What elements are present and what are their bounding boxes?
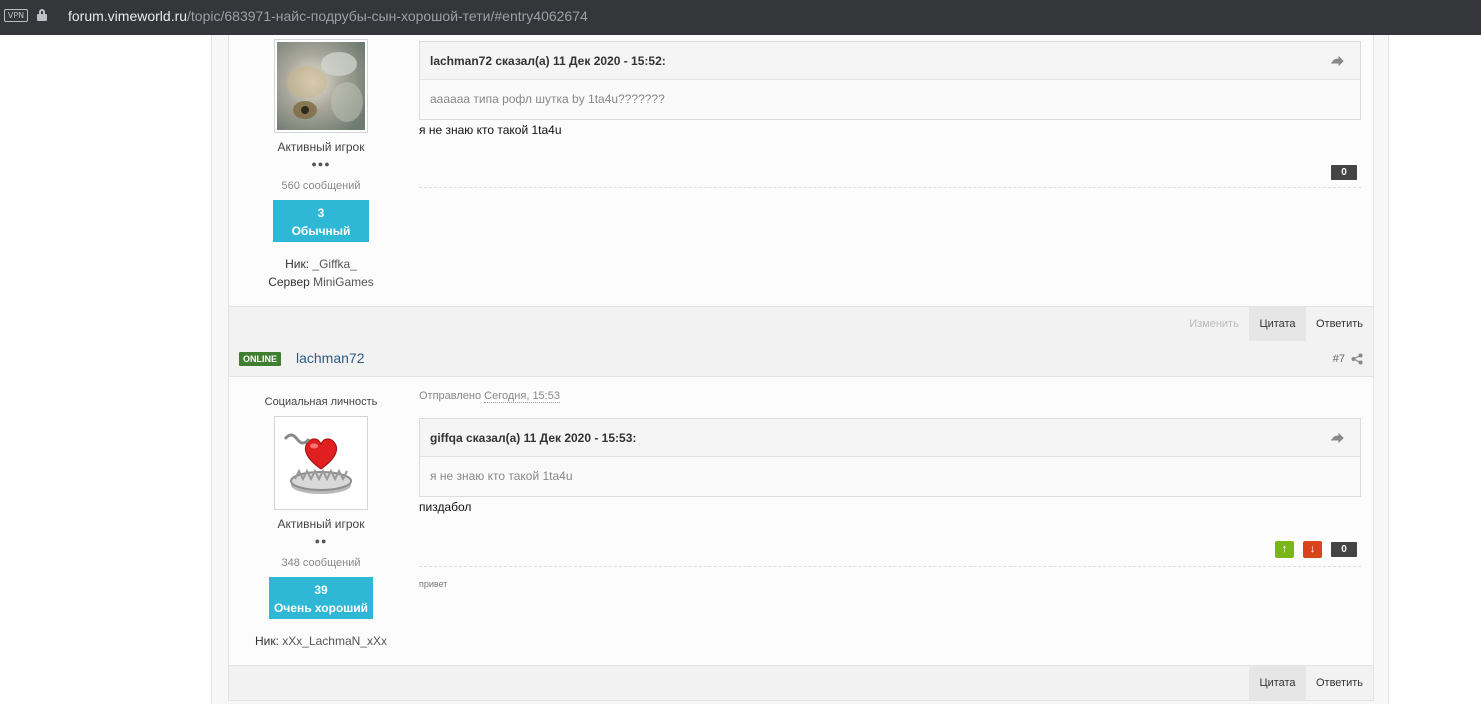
nick-line: Ник: _Giffka_ (229, 257, 413, 271)
post-separator (419, 566, 1361, 567)
quote-header: giffqa сказал(а) 11 Дек 2020 - 15:53: (420, 419, 1360, 457)
quote-body: аааааа типа рофл шутка by 1ta4u??????? (430, 92, 665, 106)
sent-time: Сегодня, 15:53 (484, 390, 560, 403)
share-icon[interactable] (1351, 353, 1363, 365)
jump-to-quote-icon[interactable] (1330, 56, 1344, 66)
post-text: пиздабол (419, 500, 472, 514)
right-border (1388, 35, 1389, 704)
url-path: /topic/683971-найс-подрубы-сын-хорошой-т… (187, 8, 588, 24)
post-separator (419, 187, 1361, 188)
address-field[interactable]: forum.vimeworld.ru/topic/683971-найс-под… (68, 8, 588, 24)
edit-button[interactable]: Изменить (1179, 307, 1249, 341)
reputation-score: 0 (1331, 165, 1357, 180)
post-date: Отправлено Сегодня, 15:53 (419, 390, 560, 403)
post-number-link[interactable]: #7 (1333, 353, 1345, 365)
nick-value: _Giffka_ (312, 257, 357, 271)
nick-label: Ник: (285, 257, 313, 271)
avatar-image (277, 42, 365, 130)
user-title: Социальная личность (264, 396, 378, 408)
quote-block: lachman72 сказал(а) 11 Дек 2020 - 15:52:… (419, 41, 1361, 120)
server-label: Сервер (268, 275, 314, 289)
user-avatar[interactable] (274, 39, 368, 133)
quote-button[interactable]: Цитата (1249, 666, 1306, 700)
nick-line: Ник: xXx_LachmaN_xXx (229, 634, 413, 648)
reputation-value: 3 (317, 206, 325, 220)
post-entry: Активный игрок ●●● 560 сообщений 3 Обычн… (228, 35, 1374, 307)
quote-author-line: giffqa сказал(а) 11 Дек 2020 - 15:53: (430, 431, 637, 445)
author-link[interactable]: lachman72 (296, 350, 365, 366)
heart-trap-avatar-image (277, 419, 365, 507)
reputation-badge[interactable]: 39 Очень хороший (269, 577, 373, 619)
user-rank: Активный игрок (277, 517, 365, 531)
post-text: я не знаю кто такой 1ta4u (419, 123, 562, 137)
quote-header: lachman72 сказал(а) 11 Дек 2020 - 15:52: (420, 42, 1360, 80)
user-rank: Активный игрок (277, 140, 365, 154)
reputation-score: 0 (1331, 542, 1357, 557)
sent-prefix: Отправлено (419, 390, 485, 402)
reply-button[interactable]: Ответить (1306, 307, 1373, 341)
quote-block: giffqa сказал(а) 11 Дек 2020 - 15:53: я … (419, 418, 1361, 497)
reputation-label: Очень хороший (273, 601, 369, 615)
vote-up-button[interactable]: ↑ (1275, 541, 1294, 558)
quote-body: я не знаю кто такой 1ta4u (430, 469, 573, 483)
vpn-badge[interactable]: VPN (4, 9, 28, 22)
vote-down-button[interactable]: ↓ (1303, 541, 1322, 558)
rank-pips: ●● (314, 536, 328, 546)
post-action-bar: Изменить Цитата Ответить (228, 306, 1374, 342)
nick-value: xXx_LachmaN_xXx (282, 634, 387, 648)
online-badge: ONLINE (239, 352, 282, 366)
browser-url-bar: VPN forum.vimeworld.ru/topic/683971-найс… (0, 0, 1481, 35)
reputation-value: 39 (314, 583, 328, 597)
reputation-label: Обычный (291, 224, 351, 238)
server-value: MiniGames (313, 275, 374, 289)
post-entry: Социальная личность Активный игрок ●● 34… (228, 377, 1374, 666)
server-line: Сервер MiniGames (229, 275, 413, 289)
jump-to-quote-icon[interactable] (1330, 433, 1344, 443)
quote-button[interactable]: Цитата (1249, 307, 1306, 341)
message-count: 348 сообщений (281, 557, 361, 569)
lock-icon[interactable] (37, 9, 47, 21)
post-header: ONLINE lachman72 #7 (228, 341, 1374, 377)
reputation-badge[interactable]: 3 Обычный (273, 200, 369, 242)
nick-label: Ник: (254, 634, 283, 648)
reply-button[interactable]: Ответить (1306, 666, 1373, 700)
url-host: forum.vimeworld.ru (68, 8, 188, 24)
signature: привет (419, 579, 448, 589)
user-avatar[interactable] (274, 416, 368, 510)
rank-pips: ●●● (311, 159, 331, 169)
quote-author-line: lachman72 сказал(а) 11 Дек 2020 - 15:52: (430, 54, 666, 68)
message-count: 560 сообщений (281, 180, 361, 192)
post-action-bar: Цитата Ответить (228, 665, 1374, 701)
